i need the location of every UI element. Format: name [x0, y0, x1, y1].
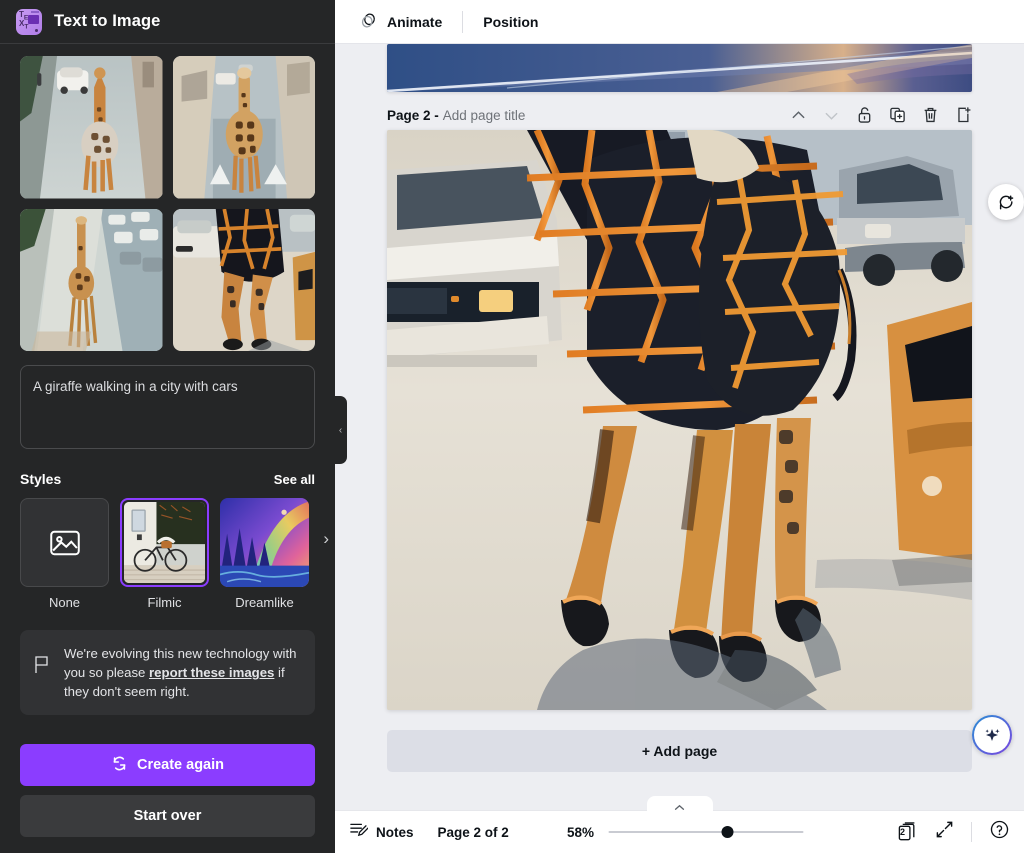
style-thumb-filmic: [124, 502, 205, 583]
generated-image-3-art: [20, 209, 163, 352]
style-thumb-dreamlike: [220, 498, 309, 587]
style-card-dreamlike[interactable]: [220, 498, 309, 587]
magic-sparkle-icon: [982, 725, 1002, 745]
animate-icon: [359, 11, 378, 33]
page-2-header: Page 2 - Add page title: [387, 106, 972, 124]
status-bar: Notes Page 2 of 2 58% 2: [335, 810, 1024, 853]
collapse-panel-tab[interactable]: [647, 796, 713, 812]
sidebar-body: A giraffe walking in a city with cars St…: [0, 44, 335, 715]
refresh-icon: [111, 755, 128, 776]
generated-image-4[interactable]: [173, 209, 316, 352]
text-to-image-sidebar: TEXT Text to Image: [0, 0, 335, 853]
style-option-filmic[interactable]: Filmic: [120, 498, 209, 610]
page-1-preview[interactable]: [387, 44, 972, 92]
page-tools: [790, 106, 972, 124]
notes-button[interactable]: Notes: [349, 820, 414, 844]
fullscreen-button[interactable]: [935, 820, 954, 844]
generated-image-3[interactable]: [20, 209, 163, 352]
right-background-cars: [837, 156, 965, 286]
page-label: Page 2 -: [387, 108, 439, 123]
start-over-button[interactable]: Start over: [20, 795, 315, 837]
fullscreen-icon: [935, 820, 954, 839]
prompt-input[interactable]: A giraffe walking in a city with cars: [20, 365, 315, 449]
notice-text: We're evolving this new technology with …: [64, 644, 299, 701]
report-images-notice: We're evolving this new technology with …: [20, 630, 315, 715]
create-again-button[interactable]: Create again: [20, 744, 315, 786]
zoom-slider[interactable]: [608, 826, 803, 838]
generated-image-2[interactable]: [173, 56, 316, 199]
style-option-none[interactable]: None: [20, 498, 109, 610]
notes-label: Notes: [376, 825, 414, 840]
style-card-filmic[interactable]: [120, 498, 209, 587]
editor-main: Animate Position: [335, 0, 1024, 853]
chevron-up-icon: [674, 804, 685, 811]
toolbar-divider: [462, 11, 463, 33]
add-page-button[interactable]: + Add page: [387, 730, 972, 772]
animate-label: Animate: [387, 14, 442, 30]
zoom-level: 58%: [556, 825, 594, 840]
right-orange-car: [887, 302, 972, 586]
notes-icon: [349, 820, 368, 844]
position-button[interactable]: Position: [475, 7, 546, 37]
regenerate-icon: [997, 193, 1016, 212]
canvas-scroll-area[interactable]: Page 2 - Add page title: [335, 44, 1024, 810]
generated-image-1[interactable]: [20, 56, 163, 199]
report-images-link[interactable]: report these images: [149, 665, 274, 680]
generated-image-4-art: [173, 209, 316, 352]
left-car: [387, 160, 562, 367]
text-to-image-icon: TEXT: [16, 9, 42, 35]
editor-toolbar: Animate Position: [335, 0, 1024, 44]
animate-button[interactable]: Animate: [351, 7, 450, 37]
create-again-label: Create again: [137, 757, 224, 773]
see-all-styles-link[interactable]: See all: [274, 472, 315, 487]
help-icon: [989, 819, 1010, 840]
status-bar-right: 2: [897, 819, 1010, 845]
style-label-none: None: [20, 595, 109, 610]
move-page-up-icon[interactable]: [790, 107, 807, 124]
page-1-art: [387, 44, 972, 92]
text-to-image-app: TEXT Text to Image: [0, 0, 1024, 853]
status-divider: [971, 822, 972, 842]
styles-row: None: [20, 498, 315, 610]
page-2-art: [387, 130, 972, 710]
styles-header: Styles See all: [20, 471, 315, 487]
styles-next-arrow-icon[interactable]: ›: [323, 530, 329, 547]
style-option-dreamlike[interactable]: Dreamlike: [220, 498, 309, 610]
zoom-controls: 58%: [556, 825, 803, 840]
page-indicator: Page 2 of 2: [438, 825, 509, 840]
duplicate-page-icon[interactable]: [889, 106, 906, 124]
sidebar-collapse-handle[interactable]: ‹: [334, 396, 347, 464]
flag-icon: [34, 644, 52, 701]
page-title-input[interactable]: Add page title: [443, 108, 526, 123]
lock-page-icon[interactable]: [856, 106, 873, 124]
magic-button[interactable]: [972, 715, 1012, 755]
zoom-slider-track: [608, 831, 803, 833]
delete-page-icon[interactable]: [922, 106, 939, 124]
pages-panel-button[interactable]: 2: [897, 822, 918, 843]
style-card-none[interactable]: [20, 498, 109, 587]
style-label-dreamlike: Dreamlike: [220, 595, 309, 610]
regenerate-button[interactable]: [988, 184, 1024, 220]
page-title: Text to Image: [54, 12, 160, 31]
zoom-slider-knob[interactable]: [721, 826, 733, 838]
generated-image-1-art: [20, 56, 163, 199]
sidebar-header: TEXT Text to Image: [0, 0, 335, 44]
styles-label: Styles: [20, 471, 61, 487]
generated-images-grid: [20, 56, 315, 351]
pages-count: 2: [900, 827, 905, 837]
image-placeholder-icon: [21, 499, 108, 586]
sidebar-actions: Create again Start over: [0, 744, 335, 837]
move-page-down-icon[interactable]: [823, 107, 840, 124]
help-button[interactable]: [989, 819, 1010, 845]
style-label-filmic: Filmic: [120, 595, 209, 610]
page-2-canvas[interactable]: [387, 130, 972, 710]
generated-image-2-art: [173, 56, 316, 199]
add-page-icon[interactable]: [955, 106, 972, 124]
